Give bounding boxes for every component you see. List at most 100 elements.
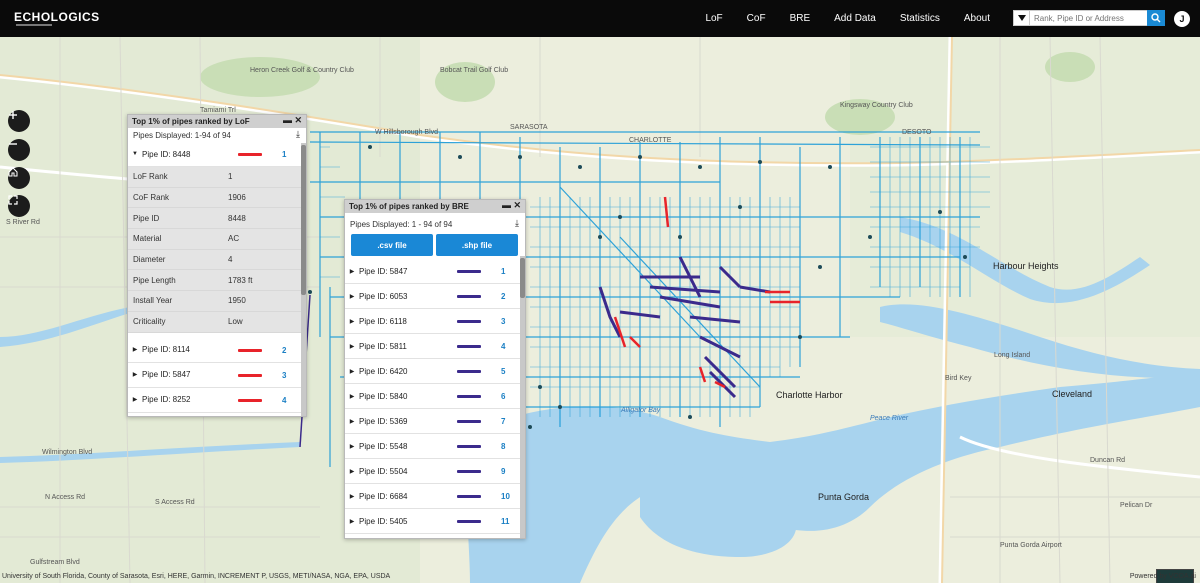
bre-line-swatch [457, 270, 481, 273]
minimize-icon[interactable]: ▬ [502, 200, 511, 210]
search-box [1013, 10, 1165, 26]
bre-row[interactable]: ▶ Pipe ID: 5811 4 [345, 334, 521, 359]
label-hillsborough: W Hillsborough Blvd [375, 129, 439, 136]
bre-row[interactable]: ▶ Pipe ID: 5405 11 [345, 509, 521, 534]
lof-row[interactable]: ▶ Pipe ID: 8114 2 [128, 338, 306, 363]
bre-row[interactable]: ▶ Pipe ID: 5504 9 [345, 459, 521, 484]
shp-download-button[interactable]: .shp file [436, 234, 518, 256]
echologics-logo[interactable]: ECHOLOGICS [14, 10, 100, 24]
lof-panel-count: Pipes Displayed: 1-94 of 94 ⤓ [128, 128, 306, 142]
detail-value: 4 [228, 255, 233, 265]
csv-download-button[interactable]: .csv file [351, 234, 433, 256]
close-icon[interactable]: ✕ [294, 115, 302, 126]
bre-line-swatch [457, 345, 481, 348]
rank-number: 1 [501, 267, 506, 276]
pipe-details: LoF Rank 1 CoF Rank 1906 Pipe ID 8448 Mater… [128, 167, 306, 333]
bre-row[interactable]: ▶ Pipe ID: 5369 7 [345, 409, 521, 434]
bre-line-swatch [457, 470, 481, 473]
nav-about[interactable]: About [952, 13, 1002, 24]
user-avatar[interactable]: J [1174, 11, 1190, 27]
bre-row[interactable]: ▶ Pipe ID: 5847 1 [345, 259, 521, 284]
label-heron-creek: Heron Creek Golf & Country Club [250, 67, 354, 74]
bre-row[interactable]: ▶ Pipe ID: 5840 6 [345, 384, 521, 409]
nav-add-data[interactable]: Add Data [822, 13, 888, 24]
nav-links: LoF CoF BRE Add Data Statistics About [693, 0, 1002, 37]
nav-lof[interactable]: LoF [693, 13, 734, 24]
pipe-label: Pipe ID: 5847 [142, 370, 191, 379]
lof-row[interactable]: ▶ Pipe ID: 5847 3 [128, 363, 306, 388]
pipe-label: Pipe ID: 8114 [142, 345, 190, 354]
fullscreen-button[interactable] [8, 195, 30, 217]
lof-line-swatch [238, 373, 262, 377]
detail-key: Material [133, 234, 162, 244]
bre-row[interactable]: ▶ Pipe ID: 6118 3 [345, 309, 521, 334]
caret-right-icon: ▶ [349, 418, 355, 425]
bre-row[interactable]: ▶ Pipe ID: 6420 5 [345, 359, 521, 384]
label-tamiami: Tamiami Trl [200, 107, 236, 114]
detail-value: 1950 [228, 296, 246, 306]
label-peace-river: Peace River [870, 415, 909, 422]
label-n-access: N Access Rd [45, 494, 86, 501]
label-river-rd: S River Rd [6, 219, 40, 226]
detail-row: Diameter 4 [128, 250, 306, 271]
nav-statistics[interactable]: Statistics [888, 13, 952, 24]
label-bobcat: Bobcat Trail Golf Club [440, 67, 509, 74]
rank-number: 9 [501, 467, 506, 476]
pipe-label: Pipe ID: 5847 [359, 266, 408, 276]
minus-icon [9, 143, 17, 145]
caret-down-icon: ▼ [132, 151, 138, 157]
detail-key: Criticality [133, 317, 166, 327]
bre-scroll-thumb[interactable] [520, 258, 525, 298]
bre-line-swatch [457, 445, 481, 448]
rank-number: 10 [501, 492, 510, 501]
lof-row[interactable]: ▶ Pipe ID: 8252 4 [128, 388, 306, 413]
lof-panel-title: Top 1% of pipes ranked by LoF [132, 117, 250, 126]
bre-line-swatch [457, 420, 481, 423]
top-navbar: ECHOLOGICS LoF CoF BRE Add Data Statisti… [0, 0, 1200, 37]
home-button[interactable] [8, 167, 30, 189]
powered-by[interactable]: Powered by VODA.ai [1130, 573, 1196, 580]
download-icon[interactable]: ⤓ [515, 218, 519, 229]
detail-row: CoF Rank 1906 [128, 188, 306, 209]
plus-icon [9, 111, 17, 119]
zoom-out-button[interactable] [8, 139, 30, 161]
caret-right-icon: ▶ [349, 318, 355, 325]
rank-number: 8 [501, 442, 506, 451]
search-input[interactable] [1030, 13, 1148, 23]
lof-line-swatch [238, 398, 262, 402]
label-desoto: DESOTO [902, 129, 932, 136]
bre-row[interactable]: ▶ Pipe ID: 6684 10 [345, 484, 521, 509]
label-s-access: S Access Rd [155, 499, 195, 506]
detail-value: Low [228, 317, 243, 327]
lof-panel: Top 1% of pipes ranked by LoF ▬ ✕ Pipes … [127, 114, 307, 417]
lof-line-swatch [238, 348, 262, 352]
rank-number: 4 [501, 342, 506, 351]
zoom-in-button[interactable] [8, 110, 30, 132]
minimize-icon[interactable]: ▬ [283, 115, 292, 125]
search-button[interactable] [1147, 10, 1165, 26]
close-icon[interactable]: ✕ [513, 200, 521, 211]
bre-count-text: Pipes Displayed: 1 - 94 of 94 [350, 219, 453, 229]
lof-panel-header[interactable]: Top 1% of pipes ranked by LoF ▬ ✕ [128, 115, 306, 128]
detail-key: Pipe Length [133, 275, 176, 285]
bre-line-swatch [457, 395, 481, 398]
pipe-label: Pipe ID: 5811 [359, 341, 407, 351]
nav-cof[interactable]: CoF [735, 13, 778, 24]
caret-right-icon: ▶ [132, 397, 138, 403]
bre-row[interactable]: ▶ Pipe ID: 5548 8 [345, 434, 521, 459]
bre-list: ▶ Pipe ID: 5847 1 ▶ Pipe ID: 6053 2 ▶ Pipe ID… [345, 259, 521, 534]
detail-value: AC [228, 234, 240, 244]
pipe-label: Pipe ID: 8448 [142, 149, 191, 159]
label-cleveland: Cleveland [1052, 389, 1093, 399]
bre-panel-header[interactable]: Top 1% of pipes ranked by BRE ▬ ✕ [345, 200, 525, 213]
nav-bre[interactable]: BRE [778, 13, 823, 24]
rank-number: 11 [501, 517, 510, 526]
download-icon[interactable]: ⤓ [296, 129, 300, 140]
bre-scrollbar[interactable] [520, 256, 525, 538]
lof-scroll-thumb[interactable] [301, 145, 306, 295]
filter-dropdown-icon[interactable] [1014, 11, 1030, 25]
caret-right-icon: ▶ [349, 393, 355, 400]
detail-row: Install Year 1950 [128, 291, 306, 312]
lof-row-expanded[interactable]: ▼ Pipe ID: 8448 1 [128, 142, 306, 167]
bre-row[interactable]: ▶ Pipe ID: 6053 2 [345, 284, 521, 309]
